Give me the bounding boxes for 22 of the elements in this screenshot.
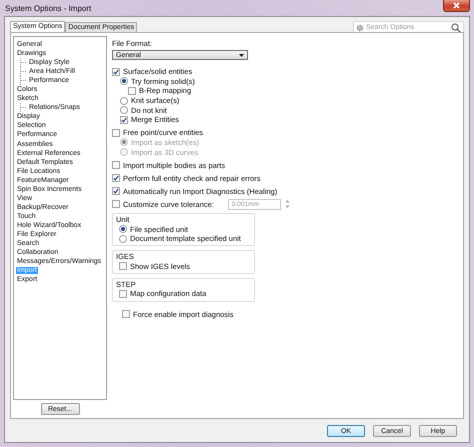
checkbox[interactable] <box>122 310 130 318</box>
window-title: System Options - Import <box>4 4 92 12</box>
checkbox[interactable] <box>119 262 127 270</box>
radio-button[interactable] <box>119 234 127 243</box>
checkbox[interactable] <box>112 174 120 182</box>
radio-button[interactable] <box>119 225 127 234</box>
checkbox[interactable] <box>120 116 128 124</box>
checkbox[interactable] <box>128 86 136 95</box>
checkbox[interactable] <box>112 187 120 196</box>
checkbox[interactable] <box>112 161 120 170</box>
settings-icon <box>356 24 364 32</box>
close-button[interactable] <box>443 0 470 12</box>
dropdown-arrow-icon <box>239 54 244 56</box>
radio-button[interactable] <box>120 106 128 114</box>
radio-button[interactable] <box>120 77 128 86</box>
search-icon[interactable] <box>451 22 461 32</box>
checkbox[interactable] <box>119 290 127 298</box>
checkbox[interactable] <box>112 68 120 76</box>
spinner-icon[interactable] <box>284 199 290 210</box>
checkbox[interactable] <box>112 128 120 137</box>
close-icon <box>453 2 460 9</box>
radio-button[interactable] <box>120 96 128 105</box>
